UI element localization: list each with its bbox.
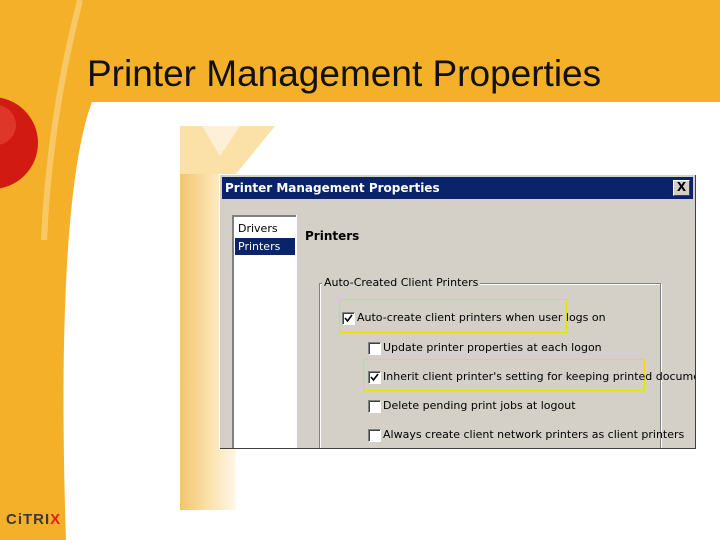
nav-item-printers[interactable]: Printers xyxy=(235,238,295,255)
option-label: Update printer properties at each logon xyxy=(383,341,602,354)
nav-item-drivers[interactable]: Drivers xyxy=(235,220,295,237)
close-button[interactable]: X xyxy=(673,180,690,196)
slide-title: Printer Management Properties xyxy=(87,53,602,94)
checkmark-icon xyxy=(344,314,353,323)
checkbox-inherit-settings[interactable] xyxy=(368,371,381,384)
option-label: Always create client network printers as… xyxy=(383,428,685,441)
option-label: Auto-create client printers when user lo… xyxy=(357,311,606,324)
checkbox-update-properties[interactable] xyxy=(368,342,381,355)
dialog-title: Printer Management Properties xyxy=(225,181,440,195)
logo-accent: X xyxy=(50,511,62,528)
panel-title: Printers xyxy=(305,229,360,243)
dialog-titlebar: Printer Management Properties X xyxy=(222,177,693,199)
option-label: Delete pending print jobs at logout xyxy=(383,399,576,412)
checkbox-delete-pending[interactable] xyxy=(368,400,381,413)
printers-panel: Printers Auto-Created Client Printers Au… xyxy=(296,215,695,448)
screenshot-accent-top xyxy=(180,126,275,174)
group-label: Auto-Created Client Printers xyxy=(322,276,481,289)
checkbox-auto-create[interactable] xyxy=(342,312,355,325)
printer-management-dialog: Printer Management Properties X Drivers … xyxy=(219,174,695,448)
checkmark-icon xyxy=(370,373,379,382)
option-label: Inherit client printer's setting for kee… xyxy=(383,370,695,383)
checkbox-always-create-network[interactable] xyxy=(368,429,381,442)
logo-text: CiTRI xyxy=(6,511,51,528)
nav-listbox[interactable]: Drivers Printers xyxy=(232,215,297,448)
citrix-logo: CiTRIX xyxy=(6,511,61,528)
